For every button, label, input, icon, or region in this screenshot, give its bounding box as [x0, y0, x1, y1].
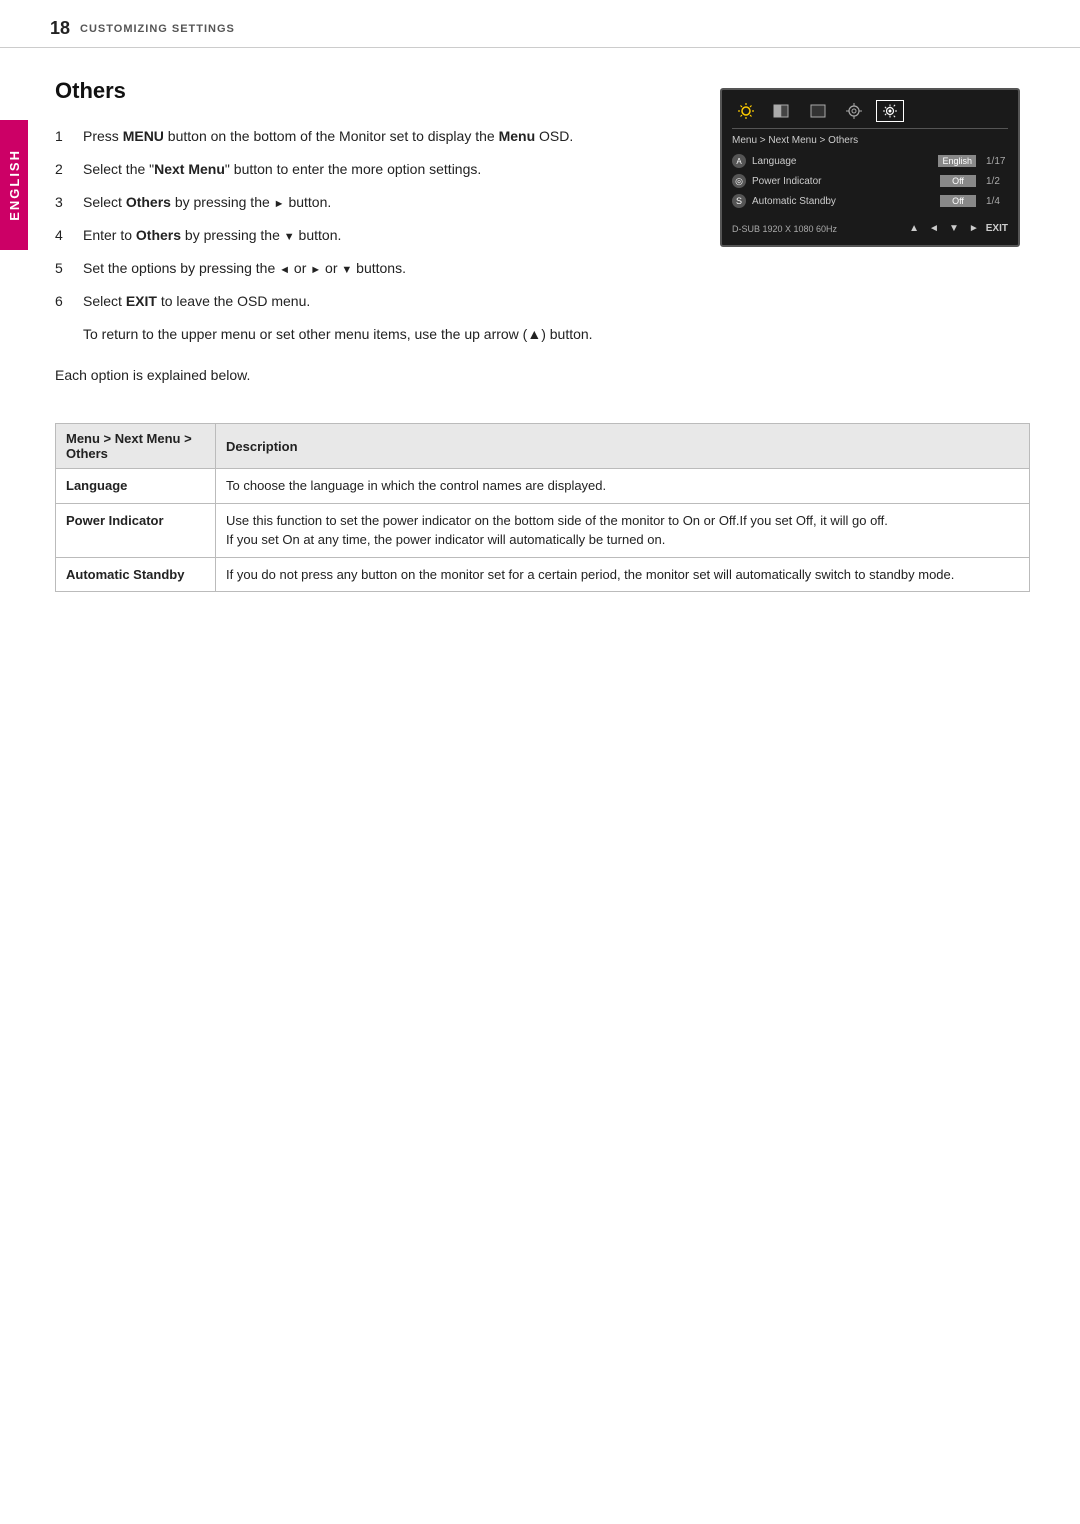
step-1: 1 Press MENU button on the bottom of the…: [55, 126, 690, 147]
osd-nav-up: ▲: [906, 222, 922, 235]
page-header-title: CUSTOMIZING SETTINGS: [80, 23, 235, 35]
osd-item-power-icon: ◎: [732, 174, 746, 188]
step-4-number: 4: [55, 225, 73, 246]
step-2-text: Select the "Next Menu" button to enter t…: [83, 159, 690, 180]
osd-item-language-label: Language: [752, 156, 932, 167]
description-table: Menu > Next Menu > Others Description La…: [55, 423, 1030, 592]
table-cell-standby-label: Automatic Standby: [56, 557, 216, 592]
table-cell-power-desc: Use this function to set the power indic…: [216, 503, 1030, 557]
osd-breadcrumb: Menu > Next Menu > Others: [732, 135, 1008, 146]
table-row: Automatic Standby If you do not press an…: [56, 557, 1030, 592]
step-5: 5 Set the options by pressing the or or …: [55, 258, 690, 279]
osd-item-language: A Language English 1/17: [732, 154, 1008, 168]
osd-item-standby-label: Automatic Standby: [752, 196, 934, 207]
osd-icon-settings: [876, 100, 904, 122]
step-2: 2 Select the "Next Menu" button to enter…: [55, 159, 690, 180]
osd-exit: EXIT: [986, 223, 1008, 234]
table-cell-language-desc: To choose the language in which the cont…: [216, 469, 1030, 504]
osd-item-language-icon: A: [732, 154, 746, 168]
table-row: Language To choose the language in which…: [56, 469, 1030, 504]
osd-bottom-row: D-SUB 1920 X 1080 60Hz ▲ ◄ ▼ ► EXIT: [732, 222, 1008, 235]
step-6: 6 Select EXIT to leave the OSD menu.: [55, 291, 690, 312]
osd-icon-contrast: [768, 100, 796, 122]
side-language-tab: ENGLISH: [0, 120, 28, 250]
step-3-text: Select Others by pressing the button.: [83, 192, 690, 213]
section-title: Others: [55, 78, 690, 104]
step-1-text: Press MENU button on the bottom of the M…: [83, 126, 690, 147]
osd-item-language-value: English: [938, 155, 976, 167]
table-col2-header: Description: [216, 424, 1030, 469]
page-number: 18: [50, 18, 70, 39]
step-6-number: 6: [55, 291, 73, 312]
osd-item-standby-value: Off: [940, 195, 976, 207]
osd-icons-row: [732, 100, 1008, 129]
table-col1-header: Menu > Next Menu > Others: [56, 424, 216, 469]
step-3-number: 3: [55, 192, 73, 213]
step-3: 3 Select Others by pressing the button.: [55, 192, 690, 213]
table-cell-standby-desc: If you do not press any button on the mo…: [216, 557, 1030, 592]
steps-list: 1 Press MENU button on the bottom of the…: [55, 126, 690, 312]
osd-resolution: D-SUB 1920 X 1080 60Hz: [732, 224, 837, 234]
main-content: Others 1 Press MENU button on the bottom…: [0, 48, 1080, 423]
osd-item-standby-icon: S: [732, 194, 746, 208]
step-2-number: 2: [55, 159, 73, 180]
step-6-text: Select EXIT to leave the OSD menu.: [83, 291, 690, 312]
osd-screen: Menu > Next Menu > Others A Language Eng…: [720, 88, 1020, 247]
osd-nav-down: ▼: [946, 222, 962, 235]
osd-item-power-label: Power Indicator: [752, 176, 934, 187]
step-4-text: Enter to Others by pressing the button.: [83, 225, 690, 246]
osd-item-power: ◎ Power Indicator Off 1/2: [732, 174, 1008, 188]
table-row: Power Indicator Use this function to set…: [56, 503, 1030, 557]
table-section: Menu > Next Menu > Others Description La…: [0, 423, 1080, 632]
left-column: Others 1 Press MENU button on the bottom…: [55, 78, 690, 383]
side-tab-label: ENGLISH: [7, 149, 22, 221]
osd-nav-left: ◄: [926, 222, 942, 235]
step-5-text: Set the options by pressing the or or bu…: [83, 258, 690, 279]
osd-item-language-fraction: 1/17: [986, 156, 1008, 167]
osd-item-standby-fraction: 1/4: [986, 196, 1008, 207]
step-4: 4 Enter to Others by pressing the button…: [55, 225, 690, 246]
page-header: 18 CUSTOMIZING SETTINGS: [0, 0, 1080, 48]
table-cell-power-label: Power Indicator: [56, 503, 216, 557]
table-cell-language-label: Language: [56, 469, 216, 504]
osd-icon-brightness: [732, 100, 760, 122]
osd-icon-input: [840, 100, 868, 122]
step-1-number: 1: [55, 126, 73, 147]
osd-nav-right: ►: [966, 222, 982, 235]
osd-icon-color: [804, 100, 832, 122]
osd-item-standby: S Automatic Standby Off 1/4: [732, 194, 1008, 208]
step-6-sub: To return to the upper menu or set other…: [83, 324, 690, 345]
right-column: Menu > Next Menu > Others A Language Eng…: [720, 78, 1030, 383]
osd-item-power-value: Off: [940, 175, 976, 187]
each-option-label: Each option is explained below.: [55, 367, 690, 383]
osd-item-power-fraction: 1/2: [986, 176, 1008, 187]
step-5-number: 5: [55, 258, 73, 279]
table-header-row: Menu > Next Menu > Others Description: [56, 424, 1030, 469]
